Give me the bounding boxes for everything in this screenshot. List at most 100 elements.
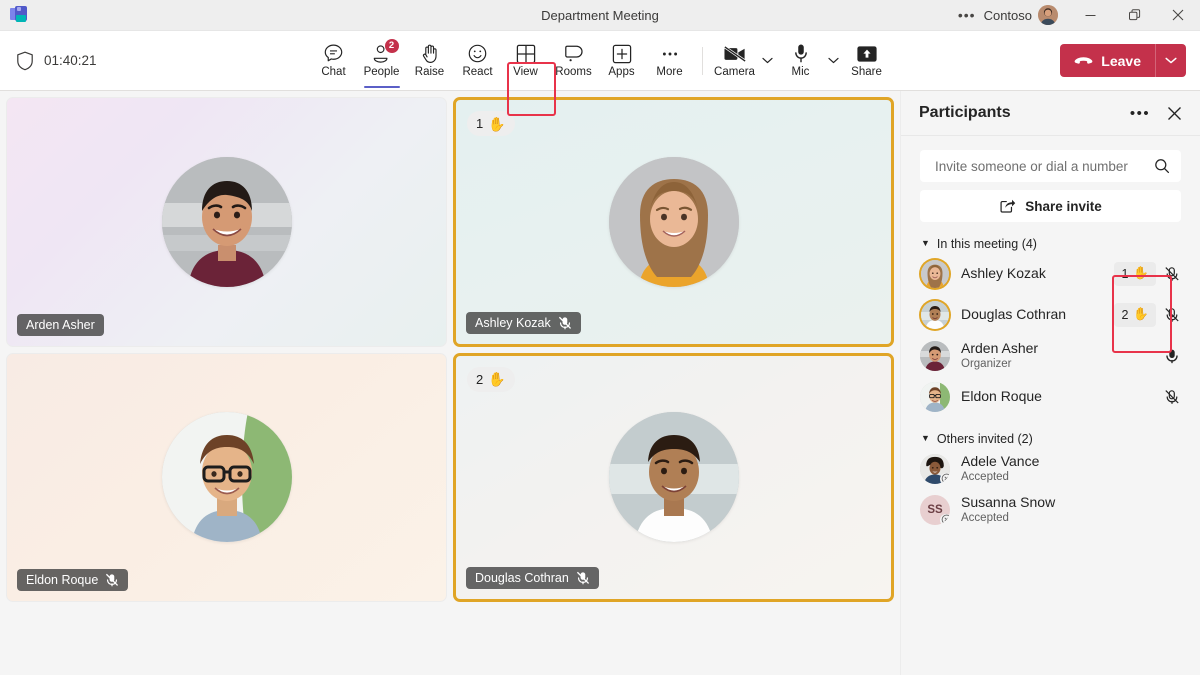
camera-label: Camera bbox=[714, 65, 755, 78]
participant-row-susanna-snow[interactable]: SS Susanna Snow Accepted bbox=[920, 489, 1181, 530]
mic-label: Mic bbox=[791, 65, 810, 78]
toolbar-button-raise[interactable]: Raise bbox=[406, 37, 454, 84]
title-bar-right: ••• Contoso bbox=[950, 0, 1200, 30]
participant-row-ashley-kozak[interactable]: Ashley Kozak 1 ✋ bbox=[920, 253, 1181, 294]
teams-meeting-window: Department Meeting ••• Contoso 01:40:21 … bbox=[0, 0, 1200, 675]
participant-text: Arden Asher Organizer bbox=[961, 340, 1038, 372]
mic-muted-icon bbox=[576, 571, 589, 585]
toolbar-label: Chat bbox=[321, 65, 346, 78]
meeting-toolbar: 01:40:21 Chat 2 People Raise React View … bbox=[0, 31, 1200, 116]
shield-icon bbox=[17, 51, 33, 70]
toolbar-label: Apps bbox=[608, 65, 635, 78]
share-button[interactable]: Share bbox=[843, 37, 891, 84]
camera-button[interactable]: Camera bbox=[711, 37, 759, 84]
tile-raised-hand-badge: 1 ✋ bbox=[467, 111, 515, 136]
microphone-icon bbox=[793, 43, 809, 65]
more-ellipsis-icon bbox=[660, 43, 680, 65]
toolbar-label: Raise bbox=[414, 65, 445, 78]
mic-button[interactable]: Mic bbox=[777, 37, 825, 84]
mic-muted-icon[interactable] bbox=[1163, 266, 1181, 282]
mic-muted-icon[interactable] bbox=[1163, 389, 1181, 405]
panel-close-icon[interactable] bbox=[1162, 101, 1186, 125]
participant-avatar bbox=[920, 453, 950, 484]
people-icon: 2 bbox=[371, 38, 399, 65]
chevron-down-icon: ▼ bbox=[921, 432, 930, 443]
raised-hand-icon: ✋ bbox=[1133, 266, 1149, 280]
toolbar-button-view[interactable]: View bbox=[502, 37, 550, 84]
video-stage: Arden Asher 1 ✋ Ashley Kozak Eldon Roque… bbox=[0, 91, 900, 675]
search-icon[interactable] bbox=[1154, 158, 1170, 174]
arden-asher-avatar bbox=[161, 156, 292, 287]
section-heading: Others invited (2) bbox=[936, 432, 1033, 446]
toolbar-divider bbox=[701, 46, 703, 75]
meeting-body: Arden Asher 1 ✋ Ashley Kozak Eldon Roque… bbox=[0, 91, 1200, 675]
participants-header: Participants ••• bbox=[901, 91, 1200, 136]
mic-muted-icon[interactable] bbox=[1163, 307, 1181, 323]
toolbar-button-chat[interactable]: Chat bbox=[310, 37, 358, 84]
toolbar-label: View bbox=[513, 65, 538, 78]
share-invite-icon bbox=[1000, 199, 1016, 213]
video-tile-arden-asher[interactable]: Arden Asher bbox=[6, 97, 447, 347]
title-overflow-icon[interactable]: ••• bbox=[950, 8, 984, 22]
maximize-button[interactable] bbox=[1112, 0, 1156, 30]
participant-row-arden-asher[interactable]: Arden Asher Organizer bbox=[920, 335, 1181, 376]
toolbar-button-react[interactable]: React bbox=[454, 37, 502, 84]
participant-rsvp-status: Accepted bbox=[961, 470, 1009, 483]
video-tile-ashley-kozak[interactable]: 1 ✋ Ashley Kozak bbox=[453, 97, 894, 347]
mic-muted-icon bbox=[558, 316, 571, 329]
share-invite-button[interactable]: Share invite bbox=[920, 190, 1181, 222]
participant-row-douglas-cothran[interactable]: Douglas Cothran 2 ✋ bbox=[920, 294, 1181, 335]
hand-order-number: 1 bbox=[1121, 266, 1129, 281]
section-header-in-this-meeting[interactable]: ▼ In this meeting (4) bbox=[920, 237, 1181, 251]
video-tile-douglas-cothran[interactable]: 2 ✋ Douglas Cothran bbox=[453, 352, 894, 602]
toolbar-button-more[interactable]: More bbox=[646, 37, 694, 84]
participant-avatar bbox=[921, 300, 949, 329]
leave-button[interactable]: Leave bbox=[1060, 44, 1155, 77]
participant-row-eldon-roque[interactable]: Eldon Roque bbox=[920, 376, 1181, 417]
leave-chevron-down-icon[interactable] bbox=[1156, 44, 1186, 77]
mic-control-group: Mic bbox=[777, 37, 843, 84]
participant-rsvp-status: Accepted bbox=[961, 511, 1009, 524]
participant-avatar bbox=[920, 340, 950, 371]
participant-name: Arden Asher bbox=[961, 339, 1039, 356]
participant-status-group bbox=[1163, 348, 1181, 364]
tile-name-pill: Eldon Roque bbox=[17, 569, 129, 591]
declined-status-icon bbox=[940, 472, 950, 484]
camera-chevron-down-icon[interactable] bbox=[759, 37, 777, 84]
raise-hand-icon bbox=[420, 43, 440, 65]
toolbar-button-apps[interactable]: Apps bbox=[598, 37, 646, 84]
people-badge-count: 2 bbox=[384, 38, 399, 53]
section-header-others-invited[interactable]: ▼ Others invited (2) bbox=[920, 432, 1181, 446]
toolbar-button-rooms[interactable]: Rooms bbox=[550, 37, 598, 84]
participant-status-group bbox=[1163, 389, 1181, 405]
teams-logo-icon bbox=[10, 6, 28, 24]
participant-name: Susanna Snow bbox=[961, 493, 1056, 510]
leave-button-group: Leave bbox=[1060, 44, 1186, 77]
raised-hand-icon: ✋ bbox=[488, 115, 506, 132]
participant-row-adele-vance[interactable]: Adele Vance Accepted bbox=[920, 448, 1181, 489]
avatar[interactable] bbox=[1038, 5, 1058, 25]
mic-chevron-down-icon[interactable] bbox=[825, 37, 843, 84]
participant-avatar bbox=[920, 381, 950, 412]
mic-unmuted-icon[interactable] bbox=[1163, 348, 1181, 364]
toolbar-center: Chat 2 People Raise React View Rooms App… bbox=[0, 37, 1200, 88]
invite-search-row[interactable] bbox=[920, 150, 1181, 182]
participant-text: Douglas Cothran bbox=[961, 306, 1066, 323]
minimize-button[interactable] bbox=[1068, 0, 1112, 30]
participant-role: Organizer bbox=[961, 357, 1012, 370]
hand-order-number: 2 bbox=[476, 371, 484, 387]
participant-status-group: 1 ✋ bbox=[1114, 261, 1181, 286]
hangup-icon bbox=[1074, 56, 1093, 64]
close-button[interactable] bbox=[1156, 0, 1200, 30]
chevron-down-icon: ▼ bbox=[921, 237, 930, 248]
invite-search-input[interactable] bbox=[933, 157, 1154, 175]
raised-hand-chip: 2 ✋ bbox=[1114, 302, 1156, 327]
toolbar-button-people[interactable]: 2 People bbox=[358, 37, 406, 88]
panel-more-options-icon[interactable]: ••• bbox=[1128, 101, 1152, 125]
video-tile-eldon-roque[interactable]: Eldon Roque bbox=[6, 352, 447, 602]
participants-panel: Participants ••• Invite someone or dial … bbox=[900, 91, 1200, 675]
react-icon bbox=[467, 43, 488, 65]
participant-name: Douglas Cothran bbox=[961, 306, 1067, 323]
toolbar-right: Leave bbox=[1048, 44, 1200, 77]
chat-icon bbox=[323, 43, 344, 65]
